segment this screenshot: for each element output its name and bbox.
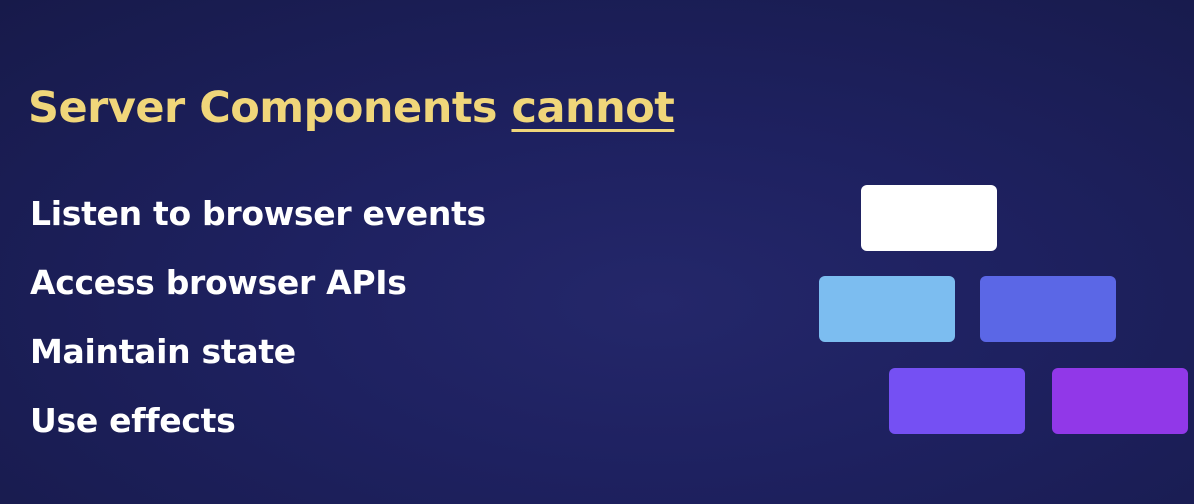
slide: Server Components cannot Listen to brows… [0, 0, 1194, 504]
tree-node-grandchild-left [889, 368, 1025, 434]
tree-node-grandchild-right [1052, 368, 1188, 434]
tree-node-root [861, 185, 997, 251]
component-tree-diagram [0, 0, 1194, 504]
tree-node-child-left [819, 276, 955, 342]
tree-node-child-right [980, 276, 1116, 342]
